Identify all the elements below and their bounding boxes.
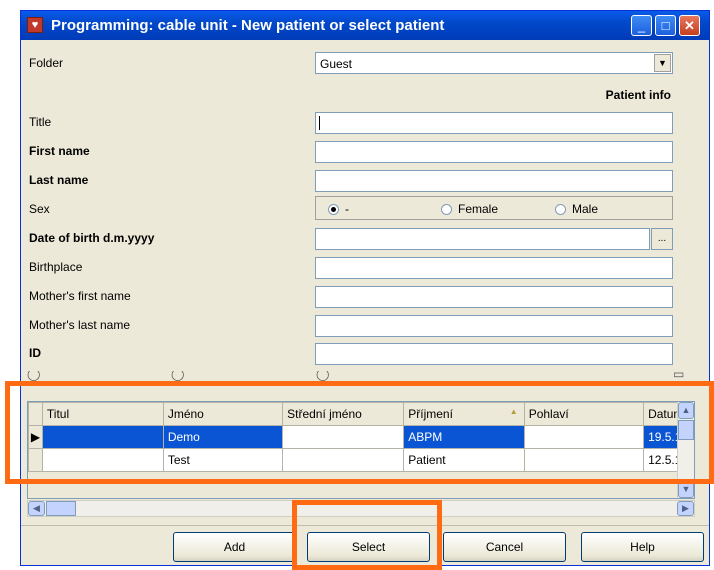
column-header-prijmeni[interactable]: Příjmení ▲ [403, 402, 525, 426]
minimize-icon[interactable]: _ [631, 15, 652, 36]
text-cursor [319, 116, 320, 130]
id-label: ID [29, 346, 41, 360]
table-row[interactable]: ▶ Demo ABPM 19.5.1 [28, 425, 694, 449]
scroll-left-icon[interactable]: ◀ [28, 501, 45, 516]
mother-first-name-label: Mother's first name [29, 289, 131, 303]
table-cell[interactable] [41, 448, 164, 472]
vertical-scrollbar[interactable]: ▲ ▼ [677, 402, 694, 498]
patient-dialog-window: ♥ Programming: cable unit - New patient … [20, 10, 710, 566]
table-cell[interactable] [523, 425, 645, 449]
scroll-up-icon[interactable]: ▲ [678, 402, 694, 419]
scroll-down-icon[interactable]: ▼ [678, 481, 694, 498]
section-title: Patient info [605, 88, 671, 102]
patient-table: Titul Jméno Střední jméno Příjmení ▲ Poh… [27, 401, 695, 499]
date-picker-button[interactable]: ... [651, 228, 673, 250]
title-label: Title [29, 115, 52, 129]
radio-icon [555, 204, 566, 215]
current-row-arrow-icon: ▶ [28, 425, 43, 449]
sex-radio-male[interactable]: Male [555, 202, 598, 216]
table-cell[interactable]: Patient [403, 448, 525, 472]
window-title: Programming: cable unit - New patient or… [51, 17, 445, 34]
first-name-field[interactable] [315, 141, 673, 163]
mother-first-name-field[interactable] [315, 286, 673, 308]
table-cell[interactable]: Test [162, 448, 284, 472]
table-cell[interactable] [523, 448, 645, 472]
table-cell[interactable] [282, 425, 405, 449]
dob-field[interactable] [315, 228, 650, 250]
table-cell[interactable]: Demo [162, 425, 284, 449]
column-header-titul[interactable]: Titul [41, 402, 164, 426]
folder-label: Folder [29, 56, 64, 70]
column-header-pohlavi[interactable]: Pohlaví [523, 402, 645, 426]
heart-app-icon: ♥ [27, 17, 43, 33]
birthplace-label: Birthplace [29, 260, 83, 274]
radio-icon [441, 204, 452, 215]
last-name-field[interactable] [315, 170, 673, 192]
help-button[interactable]: Help [581, 532, 704, 562]
radio-icon: ◯ [316, 371, 330, 381]
title-bar[interactable]: ♥ Programming: cable unit - New patient … [21, 11, 709, 40]
button-bar: Add Select Cancel Help [21, 525, 709, 565]
folder-value: Guest [320, 57, 353, 71]
horizontal-scrollbar[interactable]: ◀ ▶ [27, 500, 695, 517]
select-button[interactable]: Select [307, 532, 430, 562]
sort-ascending-icon: ▲ [509, 407, 518, 416]
cancel-button[interactable]: Cancel [443, 532, 566, 562]
search-icon: ▭ [673, 371, 685, 381]
mother-last-name-label: Mother's last name [29, 318, 130, 332]
dob-label: Date of birth d.m.yyyy [29, 231, 155, 245]
table-cell[interactable]: ABPM [403, 425, 525, 449]
id-field[interactable] [315, 343, 673, 365]
sex-radio-group: - Female Male [315, 196, 673, 220]
row-indicator-header [28, 402, 43, 426]
table-header-row: Titul Jméno Střední jméno Příjmení ▲ Poh… [28, 402, 694, 426]
birthplace-field[interactable] [315, 257, 673, 279]
scroll-thumb[interactable] [678, 420, 694, 440]
chevron-down-icon[interactable]: ▼ [654, 54, 671, 72]
last-name-label: Last name [29, 173, 89, 187]
search-options-row-partial: ◯ ◯ ◯ ▭ [21, 371, 709, 383]
table-cell[interactable] [282, 448, 405, 472]
add-button[interactable]: Add [173, 532, 296, 562]
folder-select[interactable]: Guest ▼ [315, 52, 673, 74]
first-name-label: First name [29, 144, 90, 158]
title-field[interactable] [315, 112, 673, 134]
close-icon[interactable]: ✕ [679, 15, 700, 36]
scroll-right-icon[interactable]: ▶ [677, 501, 694, 516]
maximize-icon[interactable]: □ [655, 15, 676, 36]
radio-selected-icon [328, 204, 339, 215]
table-cell[interactable] [41, 425, 164, 449]
sex-label: Sex [29, 202, 50, 216]
radio-icon: ◯ [171, 371, 185, 381]
mother-last-name-field[interactable] [315, 315, 673, 337]
sex-radio-female[interactable]: Female [441, 202, 498, 216]
scroll-thumb[interactable] [46, 501, 76, 516]
radio-icon: ◯ [27, 371, 41, 381]
column-header-stredni-jmeno[interactable]: Střední jméno [282, 402, 405, 426]
column-header-jmeno[interactable]: Jméno [162, 402, 284, 426]
table-row[interactable]: Test Patient 12.5.1 [28, 448, 694, 472]
row-indicator [28, 448, 43, 472]
sex-radio-none[interactable]: - [328, 202, 349, 216]
